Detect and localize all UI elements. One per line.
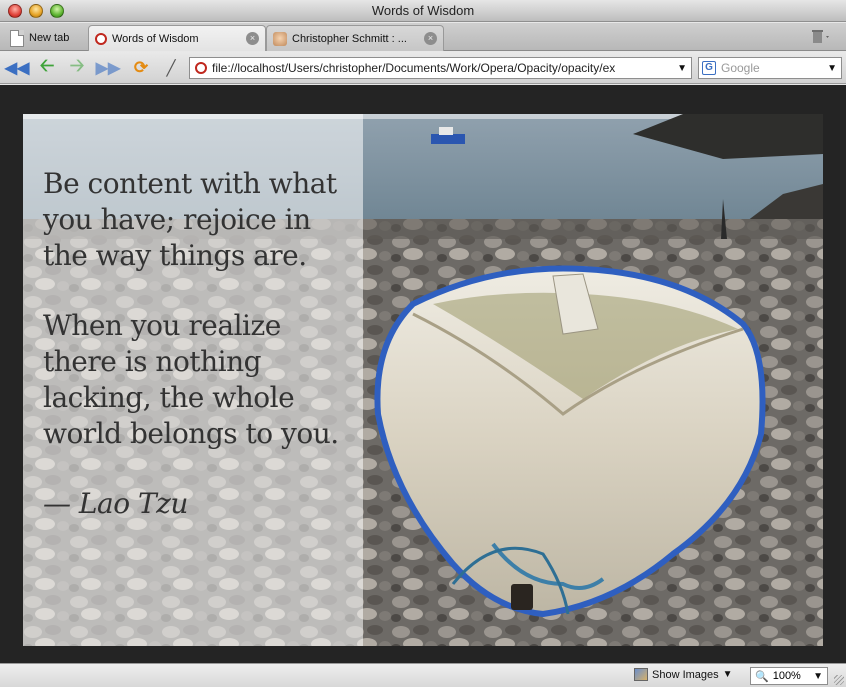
fast-forward-icon[interactable]: ▶▶ bbox=[96, 58, 121, 78]
trash-icon[interactable] bbox=[810, 29, 832, 45]
site-favicon-icon bbox=[273, 31, 287, 46]
show-images-dropdown[interactable]: Show Images ▼ bbox=[634, 668, 733, 681]
status-bar: Show Images ▼ 🔍 100% ▼ bbox=[0, 663, 846, 687]
quote-block: Be content with what you have; rejoice i… bbox=[43, 166, 353, 556]
image-icon bbox=[634, 668, 648, 681]
resize-grip-icon[interactable] bbox=[834, 675, 844, 685]
address-url[interactable]: file://localhost/Users/christopher/Docum… bbox=[212, 61, 672, 75]
search-input[interactable]: G Google ▼ bbox=[698, 57, 842, 79]
quote-author: — Lao Tzu bbox=[43, 487, 188, 520]
close-tab-icon[interactable]: × bbox=[246, 32, 259, 45]
search-placeholder[interactable]: Google bbox=[721, 61, 822, 75]
tab-label: Words of Wisdom bbox=[112, 32, 199, 45]
new-document-icon bbox=[10, 29, 24, 47]
address-bar[interactable]: file://localhost/Users/christopher/Docum… bbox=[189, 57, 692, 79]
google-icon[interactable]: G bbox=[702, 61, 716, 75]
zoom-value[interactable]: 100% bbox=[773, 670, 809, 682]
tab-new-tab[interactable]: New tab bbox=[4, 25, 84, 51]
quote-paragraph-1: Be content with what you have; rejoice i… bbox=[43, 167, 337, 272]
tab-label: New tab bbox=[29, 32, 70, 44]
window-title: Words of Wisdom bbox=[371, 3, 475, 18]
rewind-icon[interactable]: ◀◀ bbox=[5, 58, 30, 78]
chevron-down-icon[interactable]: ▼ bbox=[677, 63, 687, 74]
opera-icon bbox=[95, 32, 107, 45]
navigation-toolbar: ◀◀ 🡠 🡢 ▶▶ ⟳ ╱ file://localhost/Users/chr… bbox=[0, 52, 846, 84]
tab-christopher-schmitt[interactable]: Christopher Schmitt : ... × bbox=[266, 25, 444, 51]
tab-label: Christopher Schmitt : ... bbox=[292, 32, 407, 45]
page-content: Be content with what you have; rejoice i… bbox=[0, 85, 846, 663]
chevron-down-icon[interactable]: ▼ bbox=[827, 63, 837, 74]
close-tab-icon[interactable]: × bbox=[424, 32, 437, 45]
window-titlebar: Words of Wisdom bbox=[0, 0, 846, 22]
show-images-label: Show Images bbox=[652, 668, 719, 681]
back-arrow-icon[interactable]: 🡠 bbox=[36, 55, 58, 78]
chevron-down-icon[interactable]: ▼ bbox=[723, 669, 733, 680]
zoom-dropdown[interactable]: 🔍 100% ▼ bbox=[750, 667, 828, 685]
boat-photo: Be content with what you have; rejoice i… bbox=[23, 114, 823, 646]
forward-arrow-icon[interactable]: 🡢 bbox=[66, 55, 88, 78]
tab-words-of-wisdom[interactable]: Words of Wisdom × bbox=[88, 25, 266, 51]
opera-icon bbox=[195, 62, 207, 74]
chevron-down-icon[interactable]: ▼ bbox=[813, 671, 823, 682]
quote-paragraph-2: When you realize there is nothing lackin… bbox=[43, 309, 339, 450]
magnifier-icon: 🔍 bbox=[755, 670, 769, 683]
tab-bar: New tab Words of Wisdom × Christopher Sc… bbox=[0, 23, 846, 51]
wand-icon[interactable]: ╱ bbox=[160, 58, 182, 78]
reload-icon[interactable]: ⟳ bbox=[130, 58, 152, 78]
